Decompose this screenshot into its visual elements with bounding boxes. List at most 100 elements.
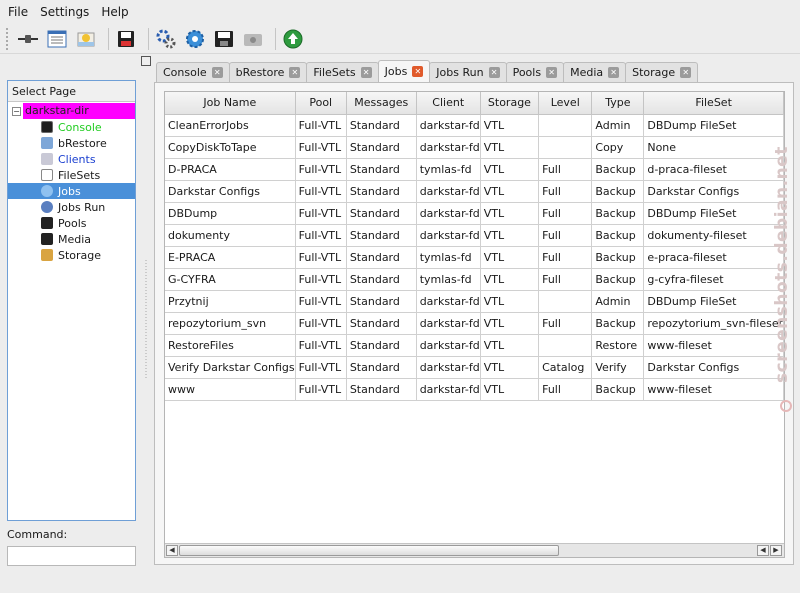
collapse-icon[interactable]: − <box>12 106 21 116</box>
column-header-client[interactable]: Client <box>416 92 481 115</box>
close-icon[interactable]: ✕ <box>546 67 558 78</box>
column-header-messages[interactable]: Messages <box>346 92 417 115</box>
table-row[interactable]: repozytorium_svn Full-VTL Standard darkstar… <box>165 312 784 335</box>
tab-storage[interactable]: Storage ✕ <box>625 62 699 82</box>
table-row[interactable]: dokumenty Full-VTL Standard darkstar-fd VTL F… <box>165 224 784 247</box>
pools-icon <box>41 217 53 229</box>
run-job-icon[interactable] <box>154 27 178 51</box>
close-icon[interactable]: ✕ <box>289 67 301 78</box>
column-header-storage[interactable]: Storage <box>480 92 540 115</box>
scroll-left-icon[interactable]: ◀ <box>166 545 178 556</box>
table-cell: DBDump <box>165 202 296 225</box>
table-cell: Admin <box>591 114 645 137</box>
table-cell: repozytorium_svn-fileset <box>643 312 784 335</box>
list-icon[interactable] <box>45 27 69 51</box>
menu-file[interactable]: File <box>4 5 32 19</box>
table-cell: Full-VTL <box>295 136 347 159</box>
close-icon[interactable]: ✕ <box>412 66 424 77</box>
column-header-fileset[interactable]: FileSet <box>643 92 784 115</box>
tab-media[interactable]: Media ✕ <box>563 62 627 82</box>
tree-item-console[interactable]: Console <box>8 119 135 135</box>
tree-item-brestore[interactable]: bRestore <box>8 135 135 151</box>
table-cell: Standard <box>346 334 417 357</box>
table-cell: VTL <box>480 246 540 269</box>
tab-label: Jobs <box>384 65 408 78</box>
close-icon[interactable]: ✕ <box>488 67 500 78</box>
table-cell: VTL <box>480 202 540 225</box>
media-icon[interactable] <box>241 27 265 51</box>
tab-brestore[interactable]: bRestore ✕ <box>228 62 308 82</box>
table-row[interactable]: E-PRACA Full-VTL Standard tymlas-fd VTL Full B… <box>165 246 784 269</box>
scroll-left-icon[interactable]: ◀ <box>757 545 769 556</box>
table-cell: Standard <box>346 224 417 247</box>
table-cell: tymlas-fd <box>416 246 481 269</box>
tree-item-clients[interactable]: Clients <box>8 151 135 167</box>
tree-item-storage[interactable]: Storage <box>8 247 135 263</box>
table-row[interactable]: Darkstar Configs Full-VTL Standard darkstar… <box>165 180 784 203</box>
table-cell: VTL <box>480 268 540 291</box>
menu-settings[interactable]: Settings <box>36 5 93 19</box>
status-icon[interactable] <box>281 27 305 51</box>
tab-console[interactable]: Console ✕ <box>156 62 230 82</box>
scrollbar-thumb[interactable] <box>179 545 559 556</box>
table-cell: d-praca-fileset <box>643 158 784 181</box>
command-input[interactable] <box>7 546 136 566</box>
table-cell: Backup <box>591 246 645 269</box>
tab-filesets[interactable]: FileSets ✕ <box>306 62 379 82</box>
table-row[interactable]: D-PRACA Full-VTL Standard tymlas-fd VTL Full B… <box>165 158 784 181</box>
table-cell: Full-VTL <box>295 290 347 313</box>
column-header-level[interactable]: Level <box>538 92 593 115</box>
tab-label: Console <box>163 66 207 79</box>
table-row[interactable]: G-CYFRA Full-VTL Standard tymlas-fd VTL Full B… <box>165 268 784 291</box>
dock-float-button[interactable] <box>141 56 151 66</box>
table-cell: Full-VTL <box>295 378 347 401</box>
restore-icon[interactable] <box>74 27 98 51</box>
table-cell: None <box>643 136 784 159</box>
close-icon[interactable]: ✕ <box>360 67 372 78</box>
table-row[interactable]: CopyDiskToTape Full-VTL Standard darkstar-f… <box>165 136 784 159</box>
page-selector: Select Page − darkstar-dir Console bRest… <box>7 80 136 521</box>
close-icon[interactable]: ✕ <box>608 67 620 78</box>
table-cell: Standard <box>346 180 417 203</box>
scroll-right-icon[interactable]: ▶ <box>770 545 782 556</box>
tree-root-director[interactable]: − darkstar-dir <box>8 103 135 119</box>
menu-bar: File Settings Help <box>0 0 800 24</box>
label-icon[interactable] <box>212 27 236 51</box>
estimate-icon[interactable] <box>183 27 207 51</box>
table-cell: darkstar-fd <box>416 356 481 379</box>
tree-item-jobs-run[interactable]: Jobs Run <box>8 199 135 215</box>
table-row[interactable]: Verify Darkstar Configs Full-VTL Standard d… <box>165 356 784 379</box>
close-icon[interactable]: ✕ <box>211 67 223 78</box>
toolbar-grip[interactable] <box>6 27 10 50</box>
table-row[interactable]: DBDump Full-VTL Standard darkstar-fd VTL Full… <box>165 202 784 225</box>
column-header-type[interactable]: Type <box>591 92 645 115</box>
tree-item-label: Pools <box>58 216 87 230</box>
column-header-job-name[interactable]: Job Name <box>165 92 296 115</box>
table-cell: VTL <box>480 356 540 379</box>
horizontal-scrollbar[interactable]: ◀ ◀ ▶ <box>165 543 784 557</box>
tree-item-media[interactable]: Media <box>8 231 135 247</box>
table-row[interactable]: CleanErrorJobs Full-VTL Standard darkstar-f… <box>165 114 784 137</box>
table-cell: Full-VTL <box>295 158 347 181</box>
tab-jobs-run[interactable]: Jobs Run ✕ <box>429 62 507 82</box>
table-row[interactable]: Przytnij Full-VTL Standard darkstar-fd VTL Ad… <box>165 290 784 313</box>
close-icon[interactable]: ✕ <box>680 67 692 78</box>
tab-pools[interactable]: Pools ✕ <box>505 62 565 82</box>
tab-jobs[interactable]: Jobs ✕ <box>377 60 431 82</box>
splitter-handle[interactable] <box>144 80 148 520</box>
column-header-pool[interactable]: Pool <box>295 92 347 115</box>
save-icon[interactable] <box>114 27 138 51</box>
table-cell: Full <box>538 180 593 203</box>
tree-item-filesets[interactable]: FileSets <box>8 167 135 183</box>
command-label: Command: <box>7 528 68 541</box>
connect-icon[interactable] <box>16 27 40 51</box>
table-cell: darkstar-fd <box>416 334 481 357</box>
table-row[interactable]: RestoreFiles Full-VTL Standard darkstar-fd V… <box>165 334 784 357</box>
table-row[interactable]: www Full-VTL Standard darkstar-fd VTL Full Bac… <box>165 378 784 401</box>
table-cell: Full-VTL <box>295 268 347 291</box>
tree-item-jobs[interactable]: Jobs <box>8 183 135 199</box>
console-icon <box>41 121 53 133</box>
tree-item-pools[interactable]: Pools <box>8 215 135 231</box>
menu-help[interactable]: Help <box>97 5 132 19</box>
table-cell <box>538 290 593 313</box>
